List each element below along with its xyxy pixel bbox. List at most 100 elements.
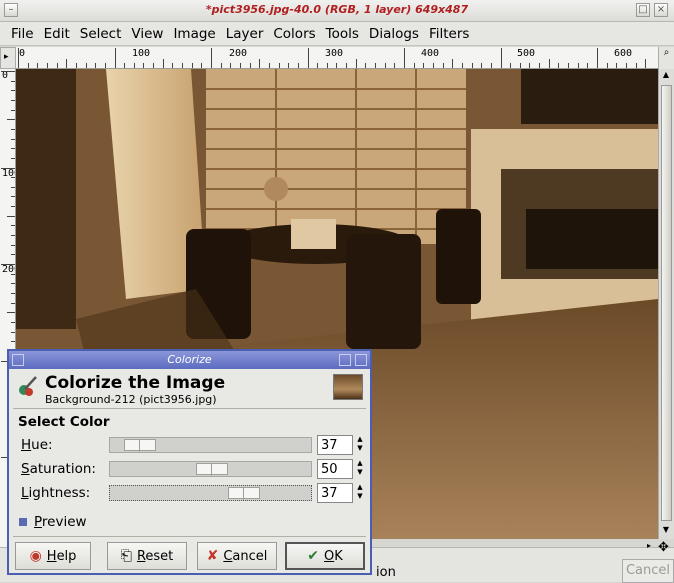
scroll-up-icon[interactable]: ▲ <box>659 70 673 79</box>
ruler-label: 200 <box>2 264 15 275</box>
menu-image[interactable]: Image <box>168 26 220 42</box>
ruler-tick <box>471 63 473 68</box>
reset-button[interactable]: ⎗ Reset <box>107 542 187 570</box>
ruler-tick <box>346 63 348 68</box>
ruler-tick <box>11 244 15 246</box>
lightness-spinbox[interactable]: 37 <box>317 483 353 503</box>
lightness-slider[interactable] <box>109 485 312 501</box>
hue-row: Hue: 37 ▲ ▼ <box>13 435 363 455</box>
preview-checkbox[interactable]: Preview <box>19 514 87 530</box>
lightness-row: Lightness: 37 ▲ ▼ <box>13 483 363 503</box>
ruler-tick <box>645 59 647 68</box>
ruler-tick <box>220 63 222 68</box>
ruler-tick <box>307 48 309 68</box>
dialog-menu-icon[interactable] <box>12 354 24 366</box>
menu-colors[interactable]: Colors <box>268 26 320 42</box>
saturation-slider-handle[interactable] <box>196 463 228 476</box>
ruler-tick <box>11 292 15 294</box>
ruler-tick <box>297 63 299 68</box>
saturation-slider[interactable] <box>109 461 312 477</box>
ruler-tick <box>481 63 483 68</box>
ruler-tick <box>46 63 48 68</box>
ruler-tick <box>394 63 396 68</box>
hue-slider-handle[interactable] <box>124 439 156 452</box>
ruler-tick <box>7 215 15 217</box>
hue-slider[interactable] <box>109 437 312 453</box>
ruler-label: 300 <box>325 48 344 59</box>
saturation-mnemonic: S <box>21 461 30 477</box>
ruler-tick <box>27 63 29 68</box>
menu-edit[interactable]: Edit <box>39 26 75 42</box>
ruler-tick <box>11 254 15 256</box>
zoom-icon[interactable]: ⌕ <box>658 47 674 69</box>
ok-button[interactable]: ✔ OK <box>285 542 365 570</box>
hue-label: Hue: <box>21 437 53 453</box>
ruler-tick <box>606 63 608 68</box>
preview-check-indicator[interactable] <box>19 518 27 526</box>
ruler-label: 200 <box>229 48 248 59</box>
close-icon[interactable]: × <box>654 3 668 17</box>
hue-mnemonic: H <box>21 437 32 453</box>
colorize-tool-icon <box>19 376 37 396</box>
status-cancel-button[interactable]: Cancel <box>622 559 674 583</box>
preview-label: review <box>41 514 87 530</box>
ruler-tick <box>529 63 531 68</box>
ruler-tick <box>11 177 15 179</box>
menu-tools[interactable]: Tools <box>321 26 364 42</box>
ruler-label: 400 <box>421 48 440 59</box>
saturation-spinbox[interactable]: 50 <box>317 459 353 479</box>
horizontal-ruler: 0 100 200 300 400 500 600 <box>16 47 658 69</box>
maximize-icon[interactable]: □ <box>636 3 650 17</box>
scroll-right-icon[interactable]: ▸ <box>647 541 651 550</box>
ruler-tick <box>635 63 637 68</box>
ruler-label: 500 <box>517 48 536 59</box>
scroll-down-icon[interactable]: ▼ <box>659 525 673 534</box>
lightness-slider-handle[interactable] <box>228 487 260 500</box>
ruler-tick <box>625 63 627 68</box>
help-mnemonic: H <box>46 548 57 564</box>
reset-label-text: eset <box>145 548 174 564</box>
dialog-title: Colorize <box>167 353 212 366</box>
cancel-label-text: ancel <box>232 548 268 564</box>
hue-spin-arrows[interactable]: ▲ ▼ <box>355 435 365 455</box>
ruler-tick <box>201 63 203 68</box>
ruler-tick <box>490 63 492 68</box>
ruler-tick <box>288 63 290 68</box>
saturation-spin-arrows[interactable]: ▲ ▼ <box>355 459 365 479</box>
ruler-tick <box>11 99 15 101</box>
ruler-tick <box>172 63 174 68</box>
menu-dialogs[interactable]: Dialogs <box>364 26 424 42</box>
lightness-spin-arrows[interactable]: ▲ ▼ <box>355 483 365 503</box>
menu-filters[interactable]: Filters <box>424 26 474 42</box>
dialog-maximize-icon[interactable] <box>339 354 351 366</box>
ruler-tick <box>114 48 116 68</box>
hue-label-text: ue: <box>31 437 53 453</box>
help-button[interactable]: ◉ Help <box>15 542 91 570</box>
cancel-button[interactable]: ✘ Cancel <box>197 542 277 570</box>
ruler-tick <box>85 63 87 68</box>
ruler-tick <box>211 48 212 68</box>
ok-mnemonic: O <box>323 548 335 564</box>
menu-layer[interactable]: Layer <box>221 26 269 42</box>
navigate-icon[interactable]: ✥ <box>658 540 669 555</box>
reset-icon: ⎗ <box>120 548 132 564</box>
menu-select[interactable]: Select <box>75 26 127 42</box>
ruler-tick <box>461 63 463 68</box>
ruler-label: 100 <box>132 48 151 59</box>
scrollbar-thumb[interactable] <box>661 85 672 521</box>
vertical-scrollbar[interactable]: ▲ ▼ <box>658 69 674 539</box>
ruler-tick <box>432 63 434 68</box>
ruler-tick <box>11 331 15 333</box>
image-menu-button[interactable]: ▸ <box>0 47 16 69</box>
ruler-tick <box>66 59 68 68</box>
hue-spinbox[interactable]: 37 <box>317 435 353 455</box>
saturation-label: Saturation: <box>21 461 96 477</box>
window-titlebar: – *pict3956.jpg-40.0 (RGB, 1 layer) 649x… <box>0 0 674 22</box>
ruler-tick <box>37 63 39 68</box>
ruler-tick <box>365 63 367 68</box>
menu-view[interactable]: View <box>126 26 168 42</box>
ruler-tick <box>11 235 15 237</box>
dialog-close-icon[interactable] <box>355 354 367 366</box>
divider <box>13 408 366 409</box>
menu-file[interactable]: File <box>6 26 39 42</box>
